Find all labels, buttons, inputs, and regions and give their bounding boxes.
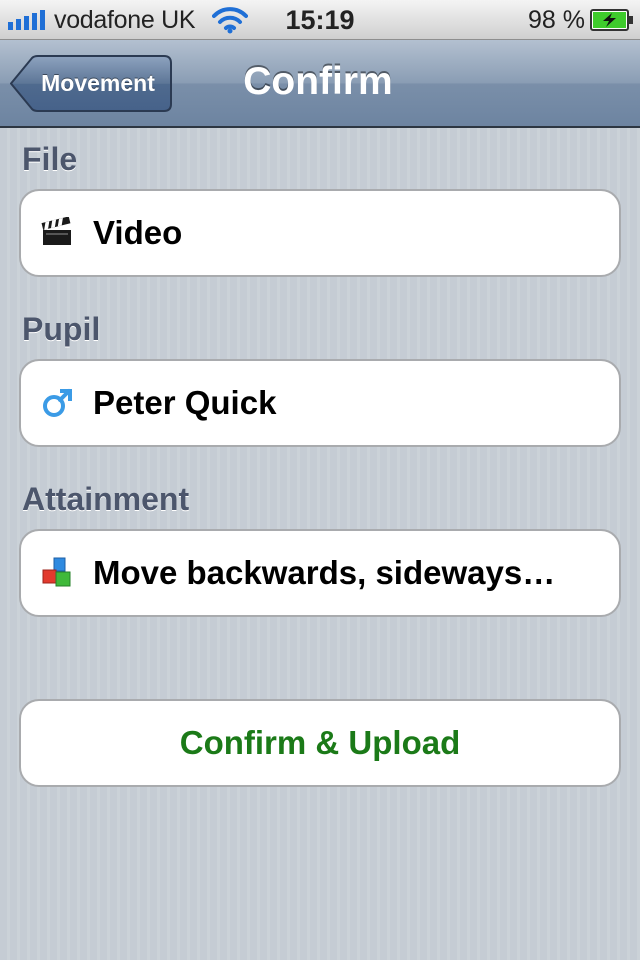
back-button-label: Movement — [41, 70, 155, 96]
section-header-file: File — [22, 141, 78, 177]
attainment-value: Move backwards, sideways… — [93, 554, 556, 591]
navigation-bar: Movement Confirm — [0, 40, 640, 128]
page-title: Confirm — [243, 60, 393, 103]
file-value: Video — [93, 214, 183, 251]
back-button[interactable]: Movement — [10, 55, 172, 112]
pupil-value: Peter Quick — [93, 384, 277, 421]
battery-percent: 98 % — [528, 6, 585, 34]
wifi-icon — [212, 7, 248, 34]
male-symbol-icon — [43, 389, 72, 417]
status-bar: vodafone UK 15:19 98 % — [0, 0, 640, 40]
file-cell[interactable]: Video — [19, 189, 621, 277]
carrier-name: vodafone UK — [54, 6, 196, 34]
confirm-upload-button[interactable]: Confirm & Upload — [19, 699, 621, 787]
pupil-cell[interactable]: Peter Quick — [19, 359, 621, 447]
signal-bars-icon — [8, 10, 45, 30]
battery-charging-icon — [590, 9, 633, 31]
confirm-upload-label: Confirm & Upload — [179, 724, 461, 761]
building-blocks-icon — [42, 557, 71, 587]
attainment-cell[interactable]: Move backwards, sideways… — [19, 529, 621, 617]
clapperboard-icon — [41, 217, 71, 245]
section-header-attainment: Attainment — [22, 481, 190, 517]
section-header-pupil: Pupil — [22, 311, 101, 347]
